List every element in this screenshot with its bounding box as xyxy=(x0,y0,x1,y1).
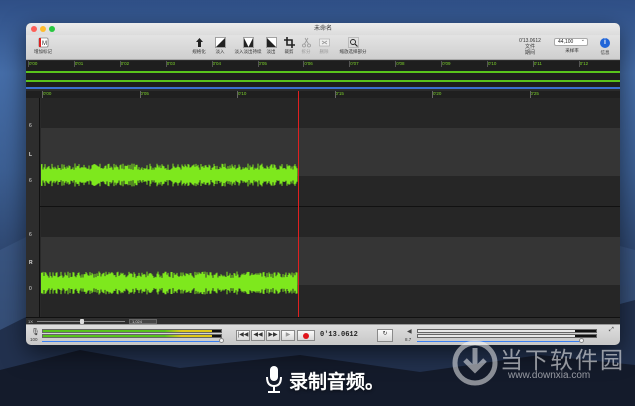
right-db-bottom: 0 xyxy=(29,286,32,292)
duration-display: 0'13.0612 文件 期间 xyxy=(514,38,546,56)
delete-button[interactable]: 删除 xyxy=(311,37,337,55)
ruler-tick-label: 0'20 xyxy=(431,91,442,98)
info-icon: i xyxy=(600,38,610,48)
caption-text: 录制音频。 xyxy=(289,370,385,393)
overview-tick-label: 0'01 xyxy=(73,61,84,67)
input-level-meter-2 xyxy=(42,334,222,338)
record-icon xyxy=(303,332,309,339)
input-volume-knob[interactable] xyxy=(219,338,224,343)
fast-forward-button[interactable]: ▶▶ xyxy=(266,330,280,341)
watermark-logo xyxy=(452,340,498,386)
fade-in-button[interactable]: 淡入 xyxy=(207,37,233,55)
loop-button[interactable]: ↻ xyxy=(377,329,393,342)
zoom-window-button[interactable] xyxy=(49,26,55,32)
current-time-display: 0'13.0612 xyxy=(320,331,358,339)
overview-tick-label: 0'05 xyxy=(257,61,267,67)
watermark: 当下软件园 www.downxia.com xyxy=(450,338,625,400)
app-window: 未命名 M 增加标记 规格化 淡入 淡入淡出持续 淡出 裁剪 拆分 删除 缩放选… xyxy=(26,23,620,345)
info-button[interactable]: i 信息 xyxy=(597,38,613,56)
overview-waveform[interactable]: 0'00 0'01 0'02 0'03 0'04 0'05 0'06 0'07 0'08 0'09… xyxy=(26,61,620,89)
go-to-start-button[interactable]: |◀◀ xyxy=(236,330,250,341)
ruler-tick-label: 0'00 xyxy=(41,91,52,98)
add-marker-label: 增加标记 xyxy=(34,49,52,54)
window-controls xyxy=(31,26,55,32)
playhead[interactable] xyxy=(298,91,299,317)
overview-channel-left xyxy=(26,71,620,73)
svg-text:M: M xyxy=(42,41,47,47)
input-volume-value: 100 xyxy=(30,337,38,342)
input-level-meter xyxy=(42,329,222,333)
right-channel-label: R xyxy=(29,260,33,266)
watermark-url: www.downxia.com xyxy=(508,370,591,381)
time-ruler: 0'00 0'05 0'10 0'15 0'20 0'25 xyxy=(26,91,620,98)
title-bar: 未命名 xyxy=(26,23,620,35)
input-volume-slider[interactable] xyxy=(42,341,220,342)
ruler-tick-label: 0'10 xyxy=(236,91,247,98)
microphone-icon xyxy=(266,366,282,393)
fade-in-label: 淡入 xyxy=(215,49,225,54)
overview-channel-right xyxy=(26,80,620,82)
overview-tick-label: 0'06 xyxy=(303,61,313,67)
ruler-tick-label: 0'05 xyxy=(139,91,149,98)
output-volume-value: 8.7 xyxy=(405,337,412,342)
right-lane-top xyxy=(41,207,620,237)
sample-rate-control: 44,100 采样率 xyxy=(554,37,590,54)
overview-tick-label: 0'11 xyxy=(532,61,542,67)
channel-gutter: 6 L 6 6 R 0 xyxy=(26,98,40,317)
left-db-bottom: 6 xyxy=(29,178,32,184)
add-marker-button[interactable]: M 增加标记 xyxy=(30,37,56,55)
overview-tick-label: 0'03 xyxy=(165,61,176,67)
waveform-path xyxy=(41,271,298,295)
overview-tick-label: 0'12 xyxy=(578,61,589,67)
sample-rate-select[interactable]: 44,100 xyxy=(554,37,588,46)
fade-out-icon xyxy=(265,37,277,48)
duration-label: 期间 xyxy=(524,50,535,56)
rewind-button[interactable]: ◀◀ xyxy=(251,330,265,341)
right-channel-waveform xyxy=(41,271,298,295)
zoom-bar: 1X 1,024 xyxy=(26,317,620,324)
toolbar: M 增加标记 规格化 淡入 淡入淡出持续 淡出 裁剪 拆分 删除 缩放选择部分 … xyxy=(26,35,620,60)
window-title: 未命名 xyxy=(313,26,332,32)
output-level-meter xyxy=(417,329,597,333)
left-lane-top xyxy=(41,98,620,128)
zoom-selection-label: 缩放选择部分 xyxy=(339,49,367,54)
overview-tick-label: 0'04 xyxy=(211,61,221,67)
overview-tick-label: 0'10 xyxy=(486,61,497,67)
info-label: 信息 xyxy=(600,50,610,55)
waveform-path xyxy=(41,163,298,187)
right-db-top: 6 xyxy=(29,232,32,238)
speaker-icon: ◀ xyxy=(407,329,412,335)
fade-in-out-icon xyxy=(242,37,254,48)
delete-label: 删除 xyxy=(319,49,329,54)
record-button[interactable] xyxy=(297,330,315,341)
microphone-icon: 🎙 xyxy=(31,329,40,336)
left-channel-waveform xyxy=(41,163,298,187)
play-button[interactable]: ▶ xyxy=(281,330,295,341)
overview-tick-label: 0'08 xyxy=(395,61,405,67)
fade-in-icon xyxy=(214,37,226,48)
fullscreen-icon[interactable]: ⤢ xyxy=(609,327,614,334)
zoom-selection-button[interactable]: 缩放选择部分 xyxy=(336,37,370,55)
split-icon xyxy=(301,37,311,48)
overview-ruler: 0'00 0'01 0'02 0'03 0'04 0'05 0'06 0'07 0'08 0'09… xyxy=(26,61,620,68)
minimize-window-button[interactable] xyxy=(40,26,46,32)
normalize-icon xyxy=(195,38,203,47)
overview-tick-label: 0'07 xyxy=(349,61,359,67)
delete-icon xyxy=(318,38,330,47)
marker-icon: M xyxy=(38,37,48,48)
close-window-button[interactable] xyxy=(31,26,37,32)
overview-tick-label: 0'00 xyxy=(27,61,38,67)
overview-tick-label: 0'09 xyxy=(441,61,451,67)
ruler-tick-label: 0'25 xyxy=(529,91,539,98)
left-db-top: 6 xyxy=(29,123,32,129)
waveform-editor[interactable]: 0'00 0'05 0'10 0'15 0'20 0'25 6 L 6 6 R 0 xyxy=(26,91,620,317)
ruler-tick-label: 0'15 xyxy=(334,91,344,98)
caption: 录制音频。 xyxy=(265,365,384,395)
zoom-selection-icon xyxy=(347,37,359,48)
left-channel-label: L xyxy=(29,152,33,158)
sample-rate-label: 采样率 xyxy=(565,48,579,53)
overview-tick-label: 0'02 xyxy=(119,61,130,67)
